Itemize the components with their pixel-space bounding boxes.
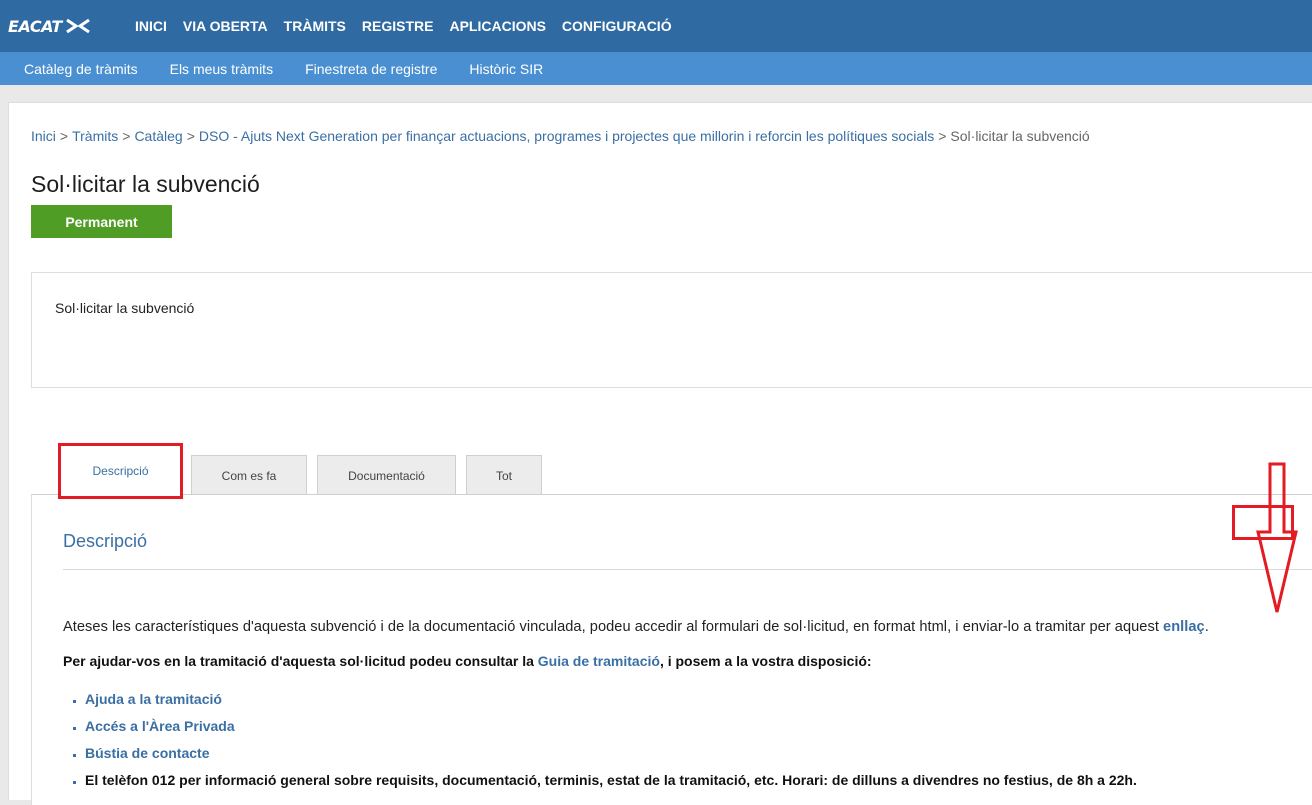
summary-text: Sol·licitar la subvenció bbox=[55, 300, 195, 316]
submenu-item-meus-tramits[interactable]: Els meus tràmits bbox=[154, 61, 289, 77]
breadcrumb-current: Sol·licitar la subvenció bbox=[950, 128, 1090, 144]
menu-item-via-oberta[interactable]: VIA OBERTA bbox=[175, 18, 276, 34]
menu-item-inici[interactable]: INICI bbox=[127, 18, 175, 34]
telefon-012-info: El telèfon 012 per informació general so… bbox=[85, 771, 1137, 788]
breadcrumb-link-tramits[interactable]: Tràmits bbox=[72, 128, 118, 144]
section-title: Descripció bbox=[63, 531, 148, 551]
guia-tramitacio-link[interactable]: Guia de tramitació bbox=[538, 653, 660, 669]
bullet-icon bbox=[73, 781, 76, 784]
description-paragraph: Ateses les característiques d'aquesta su… bbox=[63, 619, 1209, 635]
breadcrumb-link-cataleg[interactable]: Catàleg bbox=[134, 128, 182, 144]
menu-item-registre[interactable]: REGISTRE bbox=[354, 18, 442, 34]
ajuda-tramitacio-link[interactable]: Ajuda a la tramitació bbox=[85, 691, 222, 707]
help-intro-paragraph: Per ajudar-vos en la tramitació d'aquest… bbox=[63, 653, 872, 669]
submenu-item-cataleg[interactable]: Catàleg de tràmits bbox=[8, 61, 154, 77]
acces-area-privada-link[interactable]: Accés a l'Àrea Privada bbox=[85, 718, 235, 734]
main-panel: Inici > Tràmits > Catàleg > DSO - Ajuts Next G… bbox=[8, 102, 1312, 805]
sub-menu: Catàleg de tràmits Els meus tràmits Fine… bbox=[8, 52, 559, 85]
logo-chevrons-icon bbox=[65, 18, 90, 34]
eacat-logo[interactable]: EACAT bbox=[8, 14, 91, 38]
list-item: Ajuda a la tramitació bbox=[73, 685, 1137, 712]
breadcrumb-link-inici[interactable]: Inici bbox=[31, 128, 56, 144]
breadcrumb: Inici > Tràmits > Catàleg > DSO - Ajuts Next G… bbox=[31, 128, 1090, 144]
enllac-link[interactable]: enllaç bbox=[1163, 619, 1205, 635]
logo-text: EACAT bbox=[8, 16, 62, 36]
down-arrow-icon bbox=[1256, 462, 1298, 613]
bustia-contacte-link[interactable]: Bústia de contacte bbox=[85, 745, 209, 761]
submenu-item-historic-sir[interactable]: Històric SIR bbox=[453, 61, 559, 77]
breadcrumb-separator: > bbox=[186, 128, 195, 144]
summary-box: Sol·licitar la subvenció bbox=[31, 272, 1312, 388]
top-navigation-bar: EACAT INICI VIA OBERTA TRÀMITS REGISTRE … bbox=[0, 0, 1312, 52]
bullet-icon bbox=[73, 727, 76, 730]
page-title: Sol·licitar la subvenció bbox=[31, 171, 260, 197]
breadcrumb-separator: > bbox=[122, 128, 131, 144]
breadcrumb-separator: > bbox=[59, 128, 69, 144]
bullet-icon bbox=[73, 754, 76, 757]
tab-com-es-fa[interactable]: Com es fa bbox=[191, 455, 307, 495]
section-divider bbox=[63, 569, 1312, 570]
tab-descripcio[interactable]: Descripció bbox=[58, 443, 183, 499]
menu-item-configuracio[interactable]: CONFIGURACIÓ bbox=[554, 18, 680, 34]
description-end: . bbox=[1204, 619, 1209, 635]
secondary-navigation-bar: Catàleg de tràmits Els meus tràmits Fine… bbox=[0, 52, 1312, 85]
list-item: El telèfon 012 per informació general so… bbox=[73, 766, 1137, 793]
help-intro-text: Per ajudar-vos en la tramitació d'aquest… bbox=[63, 653, 538, 669]
status-badge-permanent[interactable]: Permanent bbox=[31, 205, 172, 238]
menu-item-aplicacions[interactable]: APLICACIONS bbox=[441, 18, 553, 34]
help-intro-end: , i posem a la vostra disposició: bbox=[659, 653, 872, 669]
list-item: Accés a l'Àrea Privada bbox=[73, 712, 1137, 739]
bullet-icon bbox=[73, 700, 76, 703]
submenu-item-finestreta[interactable]: Finestreta de registre bbox=[289, 61, 453, 77]
breadcrumb-separator: > bbox=[938, 128, 947, 144]
tab-content-descripcio: Descripció Ateses les característiques d… bbox=[31, 494, 1312, 805]
tab-tot[interactable]: Tot bbox=[466, 455, 542, 495]
breadcrumb-link-dso-ajuts[interactable]: DSO - Ajuts Next Generation per finançar… bbox=[199, 128, 934, 144]
tab-documentacio[interactable]: Documentació bbox=[317, 455, 456, 495]
description-text: Ateses les característiques d'aquesta su… bbox=[63, 619, 1164, 635]
help-list: Ajuda a la tramitació Accés a l'Àrea Pri… bbox=[73, 685, 1137, 793]
main-menu: INICI VIA OBERTA TRÀMITS REGISTRE APLICA… bbox=[127, 0, 680, 52]
menu-item-tramits[interactable]: TRÀMITS bbox=[276, 18, 354, 34]
list-item: Bústia de contacte bbox=[73, 739, 1137, 766]
